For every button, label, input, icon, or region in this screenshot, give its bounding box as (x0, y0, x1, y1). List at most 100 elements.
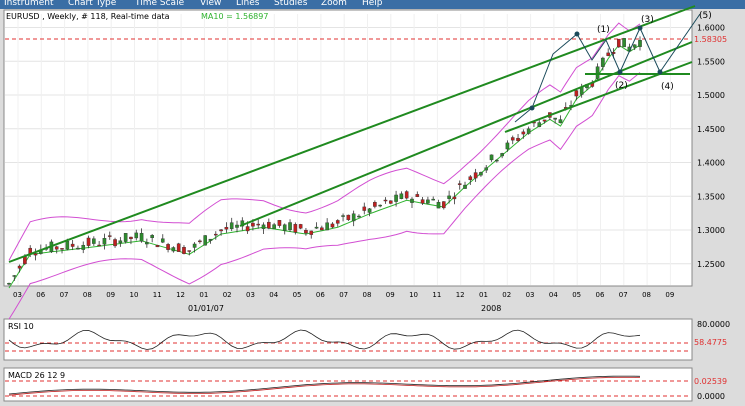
candle-body (219, 229, 223, 232)
candle-body (468, 176, 473, 181)
candle-body (553, 117, 557, 120)
candle-body (394, 194, 398, 202)
y-tick-label: 1.6000 (697, 24, 725, 33)
candle-body (521, 131, 526, 135)
candle-body (293, 224, 298, 233)
candle-body (320, 227, 324, 231)
candle-body (346, 214, 351, 221)
candle-body (224, 226, 229, 230)
candle-body (632, 44, 637, 48)
x-tick-label: 09 (106, 291, 115, 299)
candle-body (616, 38, 621, 48)
candle-body (118, 240, 123, 244)
ma-label: MA10 = 1.56897 (201, 12, 268, 21)
rsi-title: RSI 10 (8, 322, 34, 331)
candle-body (229, 222, 234, 230)
candle-body (113, 239, 117, 247)
x-tick-label: 02 (502, 291, 511, 299)
candle-body (182, 247, 186, 254)
candle-body (261, 224, 266, 229)
candle-body (155, 245, 160, 248)
x-tick-label: 05 (293, 291, 302, 299)
candle-body (277, 219, 282, 226)
candle-body (81, 244, 86, 250)
candle-body (256, 223, 261, 226)
y-tick-label: 1.2500 (697, 260, 725, 269)
candle-body (457, 183, 462, 185)
candle-body (7, 283, 11, 285)
wave-label: (5) (699, 11, 712, 21)
y-tick-label: 1.5000 (697, 91, 725, 100)
candle-body (473, 172, 478, 179)
x-tick-label: 08 (83, 291, 92, 299)
candle-body (203, 235, 207, 246)
candle-body (70, 243, 75, 247)
candle-body (176, 243, 181, 252)
candle-body (542, 119, 547, 122)
year-label: 2008 (481, 304, 501, 313)
candle-body (54, 246, 59, 250)
candle-body (404, 191, 409, 199)
candle-body (442, 201, 446, 209)
wave-point (617, 69, 623, 75)
x-tick-label: 08 (642, 291, 651, 299)
wave-point (529, 105, 535, 111)
x-tick-label: 11 (153, 291, 162, 299)
x-tick-label: 05 (572, 291, 581, 299)
x-tick-label: 08 (363, 291, 372, 299)
candle-body (33, 253, 38, 256)
candle-body (595, 66, 600, 79)
candle-body (60, 248, 64, 250)
candle-body (526, 128, 531, 134)
x-tick-label: 02 (223, 291, 232, 299)
candle-body (357, 215, 361, 218)
x-tick-label: 06 (596, 291, 605, 299)
candle-body (198, 240, 202, 243)
x-tick-label: 09 (665, 291, 674, 299)
candle-body (335, 220, 340, 224)
wave-point (637, 25, 643, 31)
candle-body (399, 193, 404, 199)
candle-body (92, 238, 96, 244)
candle-body (383, 199, 388, 202)
price-panel (3, 9, 693, 287)
candle-body (362, 206, 367, 211)
chart-header: EURUSD , Weekly, # 118, Real-time data (6, 12, 170, 21)
candle-body (638, 40, 642, 47)
x-tick-label: 10 (409, 291, 418, 299)
candle-body (245, 226, 250, 232)
chart-area[interactable]: 1.6000 1.5500 1.5000 1.4500 1.4000 1.3500 1.30… (0, 0, 745, 406)
x-tick-label: 09 (386, 291, 395, 299)
candle-body (272, 224, 276, 229)
candle-body (208, 238, 213, 241)
wave-label: (4) (661, 82, 674, 92)
candle-body (145, 242, 149, 245)
x-tick-label: 07 (619, 291, 628, 299)
candle-body (187, 250, 192, 252)
y-tick-label: 1.4500 (697, 125, 725, 134)
candle-body (267, 221, 271, 229)
candle-body (107, 235, 112, 237)
y-tick-label: 1.3000 (697, 226, 725, 235)
wave-label: (3) (641, 15, 654, 25)
candle-body (622, 38, 626, 48)
y-tick-label: 1.3500 (697, 192, 725, 201)
x-tick-label: 01 (479, 291, 488, 299)
rsi-level-label: 80.0000 (697, 320, 730, 329)
candle-body (123, 233, 128, 242)
candle-body (489, 154, 494, 161)
candle-body (431, 198, 436, 201)
candle-body (447, 195, 451, 199)
candle-body (495, 159, 499, 162)
x-tick-label: 06 (36, 291, 45, 299)
candle-body (304, 229, 308, 234)
candle-body (213, 233, 218, 236)
candle-body (351, 213, 356, 222)
candle-body (505, 142, 510, 150)
x-tick-label: 04 (549, 291, 558, 299)
candle-body (558, 119, 563, 124)
candle-body (129, 236, 133, 240)
candle-body (410, 198, 414, 203)
last-price-label: 1.58305 (694, 35, 727, 44)
candle-body (373, 202, 377, 207)
